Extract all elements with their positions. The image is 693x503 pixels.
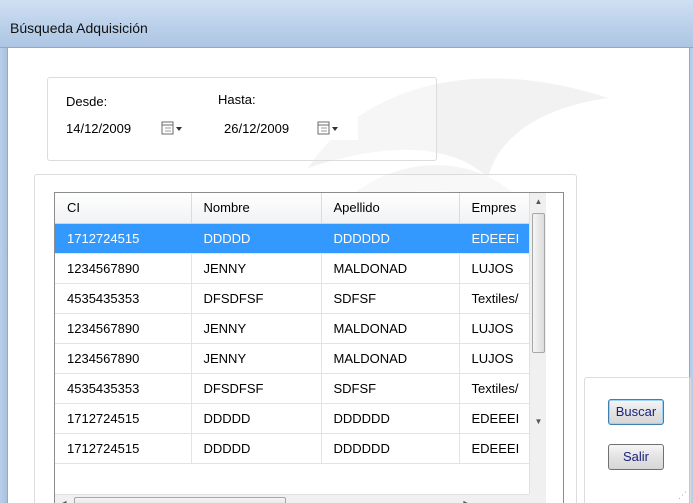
table-row[interactable]: 1234567890 JENNY MALDONAD LUJOS [55, 343, 530, 374]
scroll-up-arrow-icon[interactable]: ▲ [530, 193, 547, 210]
scroll-down-arrow-icon[interactable]: ▼ [530, 413, 547, 430]
table-cell: 1712724515 [55, 223, 192, 254]
table-cell: LUJOS [459, 343, 530, 374]
table-cell: LUJOS [459, 253, 530, 284]
table-header-row: CI Nombre Apellido Empres [55, 193, 530, 224]
scroll-right-arrow-icon[interactable]: ▶ [458, 495, 475, 503]
calendar-icon[interactable] [316, 120, 340, 138]
table-cell: 1234567890 [55, 253, 192, 284]
table-row[interactable]: 1712724515 DDDDD DDDDDD EDEEEI [55, 403, 530, 434]
table-cell: JENNY [191, 343, 322, 374]
table-cell: EDEEEI [459, 223, 530, 254]
table-cell: 1234567890 [55, 343, 192, 374]
buscar-button[interactable]: Buscar [608, 399, 664, 425]
hasta-date-value: 26/12/2009 [224, 121, 290, 136]
calendar-icon[interactable] [160, 120, 184, 138]
table-cell: DFSDFSF [191, 373, 322, 404]
column-header-empresa[interactable]: Empres [459, 193, 530, 224]
table-cell: EDEEEI [459, 433, 530, 464]
title-bar[interactable]: Búsqueda Adquisición [0, 0, 693, 48]
table-row[interactable]: 1234567890 JENNY MALDONAD LUJOS [55, 253, 530, 284]
table-cell: JENNY [191, 313, 322, 344]
window-frame-left [0, 48, 8, 503]
horizontal-scroll-thumb[interactable] [74, 497, 286, 503]
salir-button[interactable]: Salir [608, 444, 664, 470]
results-table: CI Nombre Apellido Empres 1712724515 DDD… [55, 193, 530, 464]
table-cell: DDDDDD [321, 403, 460, 434]
horizontal-scrollbar[interactable]: ◀ ▶ [55, 494, 529, 503]
column-header-nombre[interactable]: Nombre [191, 193, 322, 224]
actions-group [584, 377, 691, 503]
table-row[interactable]: 4535435353 DFSDFSF SDFSF Textiles/ [55, 283, 530, 314]
desde-label: Desde: [66, 94, 108, 109]
scroll-left-arrow-icon[interactable]: ◀ [55, 495, 72, 503]
table-cell: Textiles/ [459, 283, 530, 314]
vertical-scroll-thumb[interactable] [532, 213, 545, 353]
table-cell: DDDDD [191, 223, 322, 254]
table-cell: DDDDDD [321, 433, 460, 464]
results-grid[interactable]: CI Nombre Apellido Empres 1712724515 DDD… [54, 192, 564, 503]
app-window: Búsqueda Adquisición Desde: Hasta: 14/12… [0, 0, 693, 503]
window-title: Búsqueda Adquisición [10, 20, 148, 36]
table-cell: 4535435353 [55, 373, 192, 404]
table-cell: 1234567890 [55, 313, 192, 344]
table-cell: MALDONAD [321, 313, 460, 344]
table-cell: 4535435353 [55, 283, 192, 314]
table-cell: SDFSF [321, 283, 460, 314]
desde-date-picker[interactable]: 14/12/2009 [60, 118, 200, 140]
hasta-label: Hasta: [218, 92, 256, 107]
hasta-date-picker[interactable]: 26/12/2009 [218, 118, 358, 140]
scrollbar-corner [529, 494, 546, 503]
table-row[interactable]: 1234567890 JENNY MALDONAD LUJOS [55, 313, 530, 344]
table-cell: 1712724515 [55, 403, 192, 434]
table-cell: Textiles/ [459, 373, 530, 404]
table-cell: DDDDD [191, 433, 322, 464]
table-cell: JENNY [191, 253, 322, 284]
table-cell: DDDDD [191, 403, 322, 434]
table-cell: MALDONAD [321, 343, 460, 374]
resize-grip[interactable]: ⋰ [678, 490, 687, 501]
table-row[interactable]: 4535435353 DFSDFSF SDFSF Textiles/ [55, 373, 530, 404]
table-cell: MALDONAD [321, 253, 460, 284]
column-header-apellido[interactable]: Apellido [321, 193, 460, 224]
desde-date-value: 14/12/2009 [66, 121, 132, 136]
table-row[interactable]: 1712724515 DDDDD DDDDDD EDEEEI [55, 433, 530, 464]
table-row[interactable]: 1712724515 DDDDD DDDDDD EDEEEI [55, 223, 530, 254]
table-cell: EDEEEI [459, 403, 530, 434]
table-cell: DFSDFSF [191, 283, 322, 314]
column-header-ci[interactable]: CI [55, 193, 192, 224]
vertical-scrollbar[interactable]: ▲ ▼ [529, 193, 546, 494]
table-cell: LUJOS [459, 313, 530, 344]
table-cell: 1712724515 [55, 433, 192, 464]
table-cell: DDDDDD [321, 223, 460, 254]
table-cell: SDFSF [321, 373, 460, 404]
